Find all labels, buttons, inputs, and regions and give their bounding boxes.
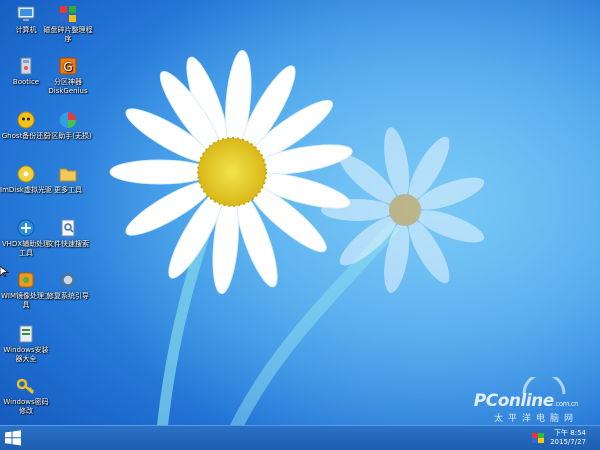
- clock-time: 下午 8:54: [554, 429, 586, 437]
- windows-installer-icon: [16, 324, 36, 344]
- diskgenius-icon: G: [58, 56, 78, 76]
- taskbar: 下午 8:54 2015/7/27: [0, 425, 600, 450]
- icon-label: 磁盘碎片整理程序: [43, 26, 93, 43]
- file-search-icon: [58, 218, 78, 238]
- system-tray: 下午 8:54 2015/7/27: [532, 426, 600, 450]
- ghost-icon: [16, 110, 36, 130]
- start-button[interactable]: [4, 430, 22, 446]
- icon-label: 更多工具: [54, 186, 82, 194]
- watermark-domain: .com.cn: [553, 400, 579, 408]
- desktop-icon-partition-assistant[interactable]: 分区助手(无损): [42, 110, 94, 141]
- svg-text:G: G: [63, 60, 72, 74]
- desktop-icon-diskgenius[interactable]: G 分区神器DiskGenius: [42, 56, 94, 96]
- vhdx-icon: [16, 218, 36, 238]
- icon-label: Windows密码修改: [3, 398, 49, 415]
- desktop-icon-windows-installer[interactable]: Windows安装器大全: [0, 324, 52, 364]
- partition-assistant-icon: [58, 110, 78, 130]
- icon-label: Windows安装器大全: [3, 346, 49, 363]
- imdisk-icon: [16, 164, 36, 184]
- icon-label: 分区助手(无损): [44, 132, 92, 140]
- watermark-subtitle: 太平洋电脑网: [493, 414, 578, 424]
- folder-icon: [58, 164, 78, 184]
- mouse-cursor-icon: [0, 266, 9, 278]
- desktop-icon-file-search[interactable]: 文件快速搜索: [42, 218, 94, 249]
- desktop-icon-more-tools[interactable]: 更多工具: [42, 164, 94, 195]
- pconline-watermark: PConline.com.cn 太平洋电脑网: [474, 377, 579, 424]
- bootice-icon: [16, 56, 36, 76]
- computer-icon: [16, 4, 36, 24]
- icon-label: 分区神器DiskGenius: [48, 78, 88, 95]
- desktop-icon-password[interactable]: Windows密码修改: [0, 376, 52, 416]
- windows-start-icon: [5, 430, 21, 446]
- icon-label: 修复系统引导: [47, 292, 89, 300]
- repair-boot-icon: [58, 270, 78, 290]
- desktop-icon-repair-boot[interactable]: 修复系统引导: [42, 270, 94, 301]
- wim-icon: [16, 270, 36, 290]
- watermark-arc-icon: [522, 377, 566, 395]
- desktop[interactable]: 计算机 Bootice Ghost备份还原 ImDisk虚拟光驱 VHDX辅助处…: [0, 0, 600, 450]
- password-key-icon: [16, 376, 36, 396]
- action-center-flag-icon[interactable]: [532, 433, 545, 443]
- icon-label: 文件快速搜索: [47, 240, 89, 248]
- taskbar-clock[interactable]: 下午 8:54 2015/7/27: [550, 429, 600, 447]
- desktop-icon-defrag[interactable]: 磁盘碎片整理程序: [42, 4, 94, 44]
- defrag-icon: [58, 4, 78, 24]
- clock-date: 2015/7/27: [550, 438, 586, 446]
